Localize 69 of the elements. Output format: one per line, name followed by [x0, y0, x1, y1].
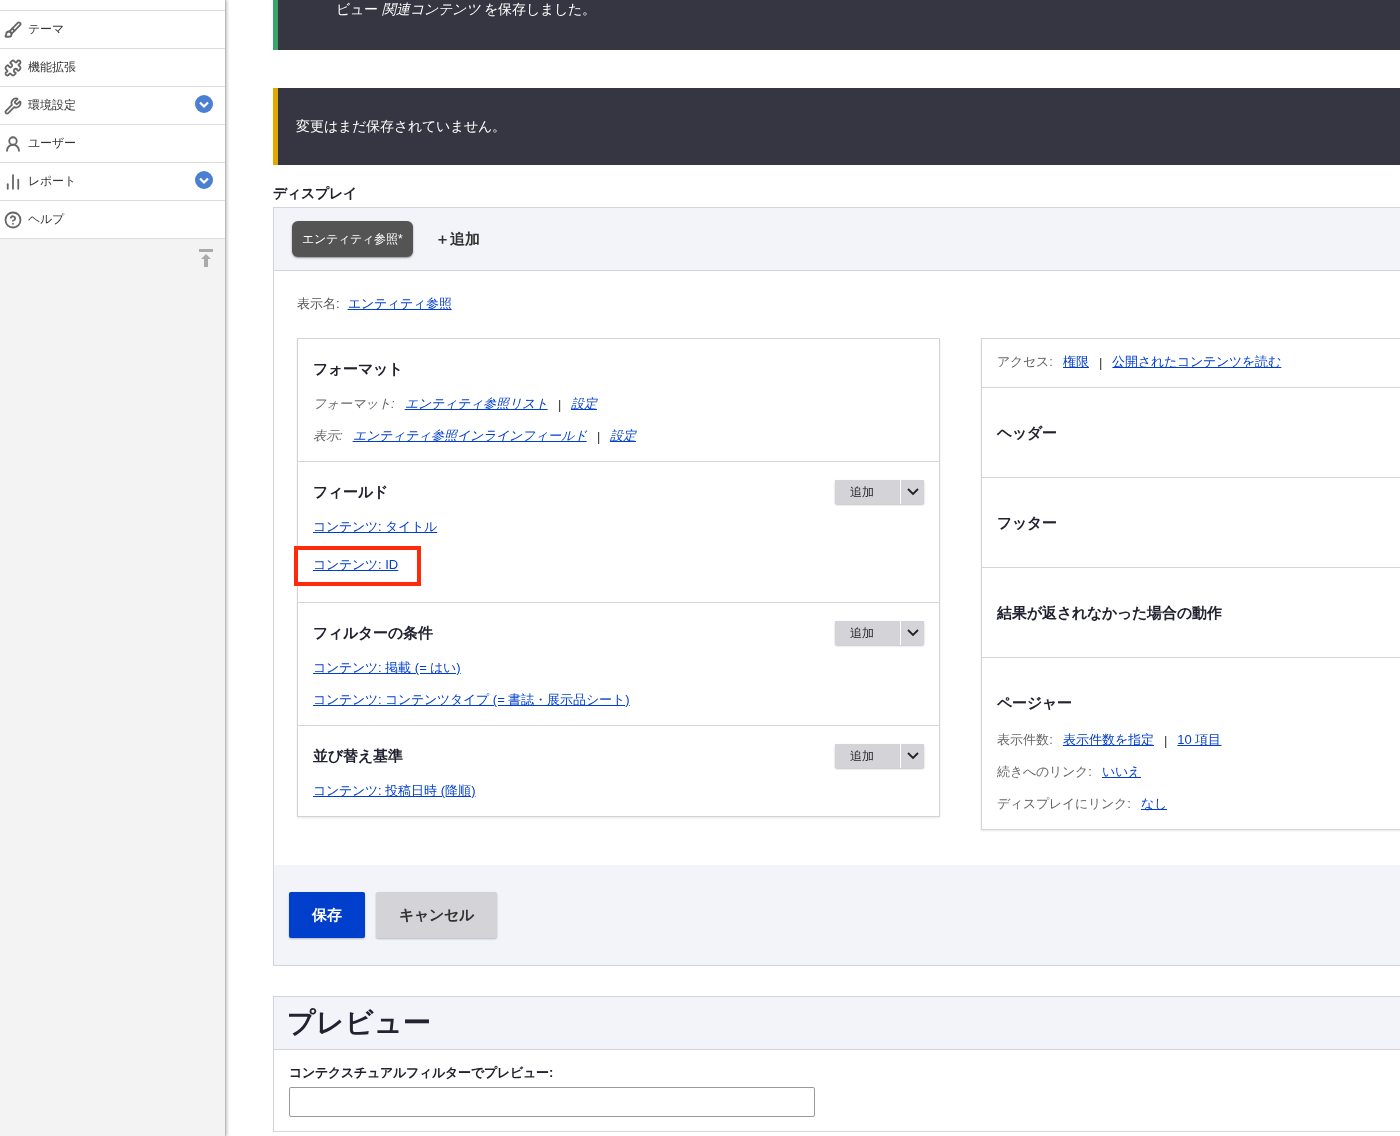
menu-icon	[4, 172, 22, 191]
field-label: 表示名:	[297, 295, 340, 313]
section-title: フッター	[997, 514, 1059, 533]
setting-link[interactable]: 設定	[610, 427, 636, 445]
setting-link[interactable]: なし	[1140, 795, 1167, 813]
field-label: ディスプレイにリンク:	[997, 795, 1131, 813]
sidebar-item[interactable]: レポート	[0, 163, 225, 201]
setting-link[interactable]: コンテンツ: タイトル	[313, 518, 438, 536]
warning-message: 変更はまだ保存されていません。	[273, 88, 1400, 165]
setting-link[interactable]: エンティティ参照リスト	[404, 395, 548, 413]
section-title: フォーマット	[313, 359, 403, 379]
menu-icon	[4, 58, 22, 77]
add-button[interactable]: 追加	[835, 480, 901, 504]
preview-title: プレビュー	[287, 1006, 431, 1040]
menu-icon	[4, 210, 22, 229]
field-label: コンテクスチュアルフィルターでプレビュー:	[289, 1064, 555, 1082]
section-title: フィールド	[313, 482, 388, 502]
field-label: 表示:	[313, 427, 343, 445]
section-title: ページャー	[997, 694, 1074, 713]
cancel-button[interactable]: キャンセル	[376, 892, 497, 938]
setting-link[interactable]: コンテンツ: ID	[313, 556, 399, 574]
section-title: フィルターの条件	[313, 623, 433, 643]
dropdown-toggle[interactable]	[900, 621, 925, 645]
setting-link[interactable]: コンテンツ: コンテンツタイプ (= 書誌・展示品シート)	[313, 691, 630, 709]
chevron-down-icon	[906, 629, 919, 637]
setting-link[interactable]: 10 項目	[1177, 731, 1222, 749]
menu-icon	[4, 134, 22, 153]
sidebar-item[interactable]: 環境設定	[0, 87, 225, 125]
expand-chevron-icon[interactable]	[195, 171, 213, 189]
display-tab[interactable]: エンティティ参照*	[292, 221, 413, 257]
add-button[interactable]: 追加	[835, 621, 901, 645]
add-button[interactable]: 追加	[835, 744, 901, 768]
contextual-filter-field[interactable]	[289, 1087, 815, 1117]
pin-to-top-icon[interactable]	[199, 249, 213, 269]
separator: |	[1163, 732, 1168, 748]
setting-link[interactable]: 公開されたコンテンツを読む	[1112, 353, 1282, 371]
setting-link[interactable]: 表示件数を指定	[1062, 731, 1154, 749]
display-name-link[interactable]: エンティティ参照	[347, 295, 452, 313]
status-message: ビュー 関連コンテンツ を保存しました。	[273, 0, 1400, 50]
section-title: 並び替え基準	[313, 746, 403, 766]
separator: |	[1098, 354, 1103, 370]
setting-link[interactable]: 権限	[1062, 353, 1089, 371]
setting-link[interactable]: 設定	[571, 395, 597, 413]
section-heading: ディスプレイ	[273, 185, 358, 203]
setting-link[interactable]: コンテンツ: 掲載 (= はい)	[313, 659, 461, 677]
section-title: 結果が返されなかった場合の動作	[997, 604, 1224, 623]
setting-link[interactable]: コンテンツ: 投稿日時 (降順)	[313, 782, 476, 800]
setting-link[interactable]: いいえ	[1101, 763, 1141, 781]
dropdown-toggle[interactable]	[900, 480, 925, 504]
chevron-down-icon	[906, 752, 919, 760]
menu-icon	[4, 96, 22, 115]
setting-link[interactable]: エンティティ参照インラインフィールド	[352, 427, 587, 445]
sidebar-item[interactable]: ヘルプ	[0, 201, 225, 239]
sidebar-item[interactable]: ユーザー	[0, 125, 225, 163]
chevron-down-icon	[906, 488, 919, 496]
expand-chevron-icon[interactable]	[195, 95, 213, 113]
menu-icon	[4, 20, 22, 39]
field-label: 続きへのリンク:	[997, 763, 1092, 781]
add-display-link[interactable]: ＋追加	[434, 229, 480, 249]
section-title: ヘッダー	[997, 424, 1059, 443]
dropdown-toggle[interactable]	[900, 744, 925, 768]
sidebar-item[interactable]: テーマ	[0, 11, 225, 49]
field-label: フォーマット:	[313, 395, 395, 413]
separator: |	[557, 396, 561, 412]
field-label: アクセス:	[997, 353, 1053, 371]
sidebar-item[interactable]: 機能拡張	[0, 49, 225, 87]
save-button[interactable]: 保存	[289, 892, 365, 938]
separator: |	[596, 428, 600, 444]
field-label: 表示件数:	[997, 731, 1053, 749]
